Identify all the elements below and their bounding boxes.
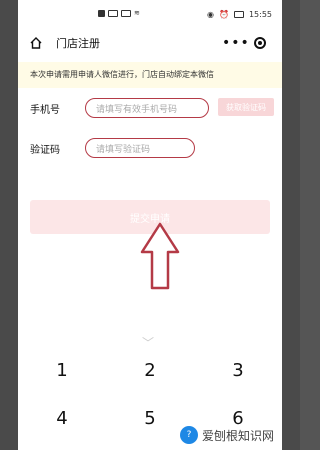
code-input[interactable]: 请填写验证码 (85, 138, 195, 159)
wifi-icon: ≋ (134, 9, 140, 17)
registration-screen: ≋ ◉ ⏰ 15:55 门店注册 ••• 本次申请需用申请人微信进行，门店自动绑… (18, 0, 282, 450)
registration-form: 手机号 请填写有效手机号码 获取验证码 验证码 请填写验证码 (18, 88, 282, 168)
mini-program-capsule: ••• (216, 32, 272, 54)
key-1[interactable]: 1 (18, 360, 106, 384)
home-icon[interactable] (26, 33, 46, 53)
phone-row: 手机号 请填写有效手机号码 获取验证码 (30, 88, 274, 128)
key-4[interactable]: 4 (18, 408, 106, 432)
alarm-icon: ⏰ (218, 9, 229, 19)
status-bar: ≋ ◉ ⏰ 15:55 (18, 0, 282, 28)
close-mini-program-icon[interactable] (254, 37, 266, 49)
code-row: 验证码 请填写验证码 (30, 128, 270, 168)
eye-icon: ◉ (206, 9, 214, 19)
collapse-keyboard-icon[interactable]: ﹀ (142, 334, 154, 351)
watermark-logo-icon: ? (179, 426, 198, 444)
signal-icon-2 (121, 9, 131, 17)
background-app-right (282, 0, 300, 450)
battery-icon (233, 10, 244, 18)
signal-icon (108, 9, 118, 17)
annotation-arrow-icon (140, 222, 180, 290)
phone-label: 手机号 (30, 104, 60, 116)
code-label: 验证码 (30, 144, 60, 156)
hd-icon (98, 9, 105, 17)
numeric-keypad: ﹀ 1 2 3 4 5 6 ? 爱刨根知识网 (18, 336, 282, 450)
key-2[interactable]: 2 (106, 360, 194, 384)
notice-banner: 本次申请需用申请人微信进行，门店自动绑定本微信 (18, 62, 282, 89)
phone-input[interactable]: 请填写有效手机号码 (85, 98, 209, 119)
watermark: ? 爱刨根知识网 (179, 426, 274, 444)
nav-bar: 门店注册 ••• (18, 28, 282, 58)
get-code-button[interactable]: 获取验证码 (218, 98, 274, 117)
page-title: 门店注册 (56, 37, 100, 50)
key-3[interactable]: 3 (194, 360, 282, 384)
background-app-left (0, 0, 18, 450)
more-menu-button[interactable]: ••• (222, 36, 250, 50)
watermark-text: 爱刨根知识网 (201, 428, 274, 443)
status-icons-left: ≋ (98, 9, 140, 17)
status-time: 15:55 (248, 9, 272, 19)
